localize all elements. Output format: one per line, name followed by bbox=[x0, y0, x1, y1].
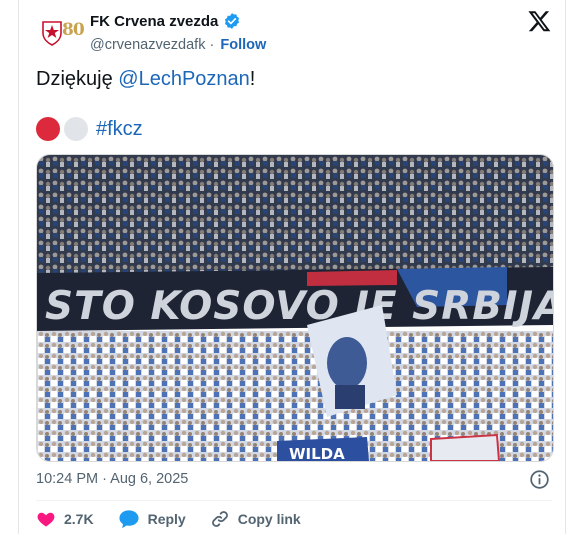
author-name-row: FK Crvena zvezda bbox=[90, 12, 241, 30]
hashtag-link[interactable]: #fkcz bbox=[96, 118, 143, 141]
tweet-text-start: Dziękuję bbox=[36, 68, 119, 90]
x-logo-icon[interactable] bbox=[527, 9, 552, 33]
mention-link[interactable]: @LechPoznan bbox=[118, 68, 250, 90]
white-circle-emoji-icon bbox=[64, 117, 88, 141]
divider bbox=[36, 500, 552, 501]
copy-link-label: Copy link bbox=[237, 511, 301, 527]
stadium-crowd-image: STO KOSOVO JE SRBIJA OV WILDA bbox=[37, 155, 553, 461]
link-icon bbox=[211, 511, 228, 527]
like-count: 2.7K bbox=[64, 511, 94, 527]
club-crest-icon bbox=[42, 21, 62, 46]
avatar[interactable]: 80 bbox=[41, 14, 93, 50]
tweet-timestamp[interactable]: 10:24 PM · Aug 6, 2025 bbox=[36, 471, 188, 487]
info-icon[interactable] bbox=[529, 469, 550, 490]
handle-separator: · bbox=[209, 37, 215, 53]
tweet-text-end: ! bbox=[249, 68, 256, 90]
tweet-text: Dziękuję @LechPoznan! bbox=[36, 68, 255, 91]
copy-link-button[interactable]: Copy link bbox=[210, 509, 301, 529]
tweet-actions: 2.7K Reply Copy link bbox=[36, 509, 325, 529]
reply-label: Reply bbox=[147, 511, 186, 527]
author-handle-row: @crvenazvezdafk · Follow bbox=[90, 37, 266, 53]
tweet-photo[interactable]: STO KOSOVO JE SRBIJA OV WILDA bbox=[36, 154, 554, 462]
red-circle-emoji-icon bbox=[36, 117, 60, 141]
author-display-name[interactable]: FK Crvena zvezda bbox=[90, 13, 218, 30]
hashtag-row: #fkcz bbox=[36, 117, 143, 141]
reply-button[interactable]: Reply bbox=[118, 509, 186, 529]
banner-text: STO KOSOVO JE SRBIJA OV bbox=[45, 284, 553, 329]
reply-bubble-icon bbox=[119, 510, 139, 529]
anniversary-number: 80 bbox=[62, 20, 85, 40]
author-handle[interactable]: @crvenazvezdafk bbox=[90, 37, 205, 53]
follow-button[interactable]: Follow bbox=[220, 37, 266, 53]
verified-badge-icon bbox=[225, 13, 240, 29]
crowd-sign-text: WILDA bbox=[289, 445, 345, 461]
like-button[interactable]: 2.7K bbox=[36, 509, 94, 529]
embedded-tweet-card: 80 FK Crvena zvezda @crvenazvezdafk · Fo… bbox=[18, 0, 566, 534]
heart-icon bbox=[37, 512, 55, 527]
